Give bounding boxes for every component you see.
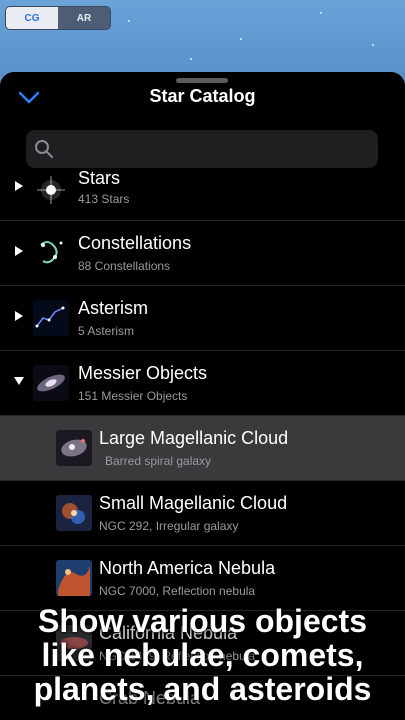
catalog-row-subtitle: 151 Messier Objects — [78, 389, 188, 403]
catalog-row-asterism[interactable]: Asterism 5 Asterism — [0, 286, 405, 351]
search-bar[interactable] — [26, 130, 378, 170]
app-screen: CG AR Star Catalog Stars 413 Stars Const… — [0, 0, 405, 720]
disclosure-triangle-icon[interactable] — [14, 245, 24, 257]
promo-caption: Show various objects like nebulae, comet… — [0, 604, 405, 706]
sky-star — [320, 12, 322, 14]
sky-star — [372, 44, 374, 46]
sky-star — [190, 58, 192, 60]
catalog-row-title: Stars — [78, 168, 121, 188]
messier-row-small-magellanic-cloud[interactable]: Small Magellanic Cloud NGC 292, Irregula… — [0, 481, 405, 546]
catalog-row-subtitle: 88 Constellations — [78, 259, 171, 273]
disclosure-triangle-icon[interactable] — [14, 180, 24, 192]
messier-row-title: North America Nebula — [99, 558, 276, 578]
sheet-header: Star Catalog — [0, 72, 405, 120]
catalog-row-title: Constellations — [78, 233, 192, 253]
asterism-thumbnail-icon — [33, 300, 69, 336]
messier-row-subtitle: Barred spiral galaxy — [105, 454, 212, 468]
messier-row-title: Small Magellanic Cloud — [99, 493, 288, 513]
mode-ar-button[interactable]: AR — [58, 7, 110, 29]
messier-row-title: Large Magellanic Cloud — [99, 428, 289, 448]
view-mode-toggle[interactable]: CG AR — [5, 6, 111, 30]
galaxy-image-icon — [56, 430, 92, 466]
constellation-thumbnail-icon — [33, 235, 69, 271]
catalog-row-title: Messier Objects — [78, 363, 208, 383]
sheet-title: Star Catalog — [149, 86, 256, 106]
promo-caption-line: Show various objects — [38, 603, 367, 639]
catalog-row-subtitle: 413 Stars — [78, 192, 130, 206]
messier-row-subtitle: NGC 292, Irregular galaxy — [99, 519, 239, 533]
search-input[interactable] — [62, 130, 366, 170]
nebula-image-icon — [56, 560, 92, 596]
galaxy-image-icon — [56, 495, 92, 531]
catalog-row-subtitle: 5 Asterism — [78, 324, 135, 338]
messier-row-north-america-nebula[interactable]: North America Nebula NGC 7000, Reflectio… — [0, 546, 405, 611]
catalog-row-messier-objects[interactable]: Messier Objects 151 Messier Objects — [0, 351, 405, 416]
search-icon — [35, 140, 53, 158]
sky-star — [128, 20, 130, 22]
promo-caption-line: planets, and asteroids — [33, 671, 372, 707]
disclosure-triangle-icon[interactable] — [14, 310, 24, 322]
messier-row-large-magellanic-cloud[interactable]: Large Magellanic Cloud Barred spiral gal… — [0, 416, 405, 481]
catalog-row-constellations[interactable]: Constellations 88 Constellations — [0, 221, 405, 286]
messier-row-subtitle: NGC 7000, Reflection nebula — [99, 584, 256, 598]
galaxy-thumbnail-icon — [33, 365, 69, 401]
sky-star — [240, 38, 242, 40]
star-thumbnail-icon — [33, 172, 69, 208]
promo-caption-line: like nebulae, comets, — [41, 637, 364, 673]
catalog-row-title: Asterism — [78, 298, 149, 318]
mode-cg-button[interactable]: CG — [6, 7, 58, 29]
disclosure-triangle-expanded-icon[interactable] — [14, 375, 24, 387]
catalog-row-stars[interactable]: Stars 413 Stars — [0, 168, 405, 221]
